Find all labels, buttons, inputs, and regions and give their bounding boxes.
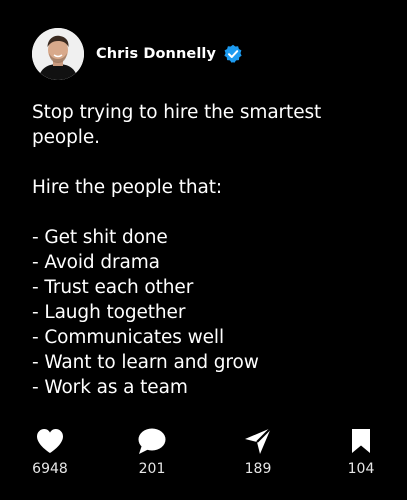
like-button[interactable]: 6948 — [20, 423, 80, 477]
comment-button[interactable]: 201 — [122, 423, 182, 477]
verified-badge-icon — [223, 44, 243, 64]
post-line: - Communicates well — [32, 327, 224, 348]
share-button[interactable]: 189 — [228, 423, 288, 477]
post-line: Stop trying to hire the smartest — [32, 102, 322, 123]
bookmark-button[interactable]: 104 — [331, 423, 391, 477]
bookmark-icon — [331, 423, 391, 459]
post-card: Chris Donnelly Stop trying to hire the s… — [0, 0, 407, 500]
bookmark-count: 104 — [347, 461, 375, 477]
post-line: - Get shit done — [32, 227, 168, 248]
post-line: - Work as a team — [32, 377, 188, 398]
action-bar: 6948 201 189 104 — [0, 423, 407, 493]
comment-bubble-icon — [122, 423, 182, 459]
post-line: Hire the people that: — [32, 177, 223, 198]
post-line: - Want to learn and grow — [32, 352, 259, 373]
heart-icon — [20, 423, 80, 459]
share-count: 189 — [244, 461, 272, 477]
comment-count: 201 — [138, 461, 166, 477]
post-header: Chris Donnelly — [32, 28, 243, 80]
post-line — [32, 200, 392, 225]
post-line: - Laugh together — [32, 302, 186, 323]
post-line: people. — [32, 127, 100, 148]
author-name[interactable]: Chris Donnelly — [96, 46, 216, 62]
avatar[interactable] — [32, 28, 84, 80]
like-count: 6948 — [32, 461, 68, 477]
post-text: Stop trying to hire the smartest people.… — [32, 100, 392, 400]
send-arrow-icon — [228, 423, 288, 459]
post-line: - Avoid drama — [32, 252, 160, 273]
post-line — [32, 150, 392, 175]
post-line: - Trust each other — [32, 277, 194, 298]
author-name-row: Chris Donnelly — [96, 44, 243, 64]
